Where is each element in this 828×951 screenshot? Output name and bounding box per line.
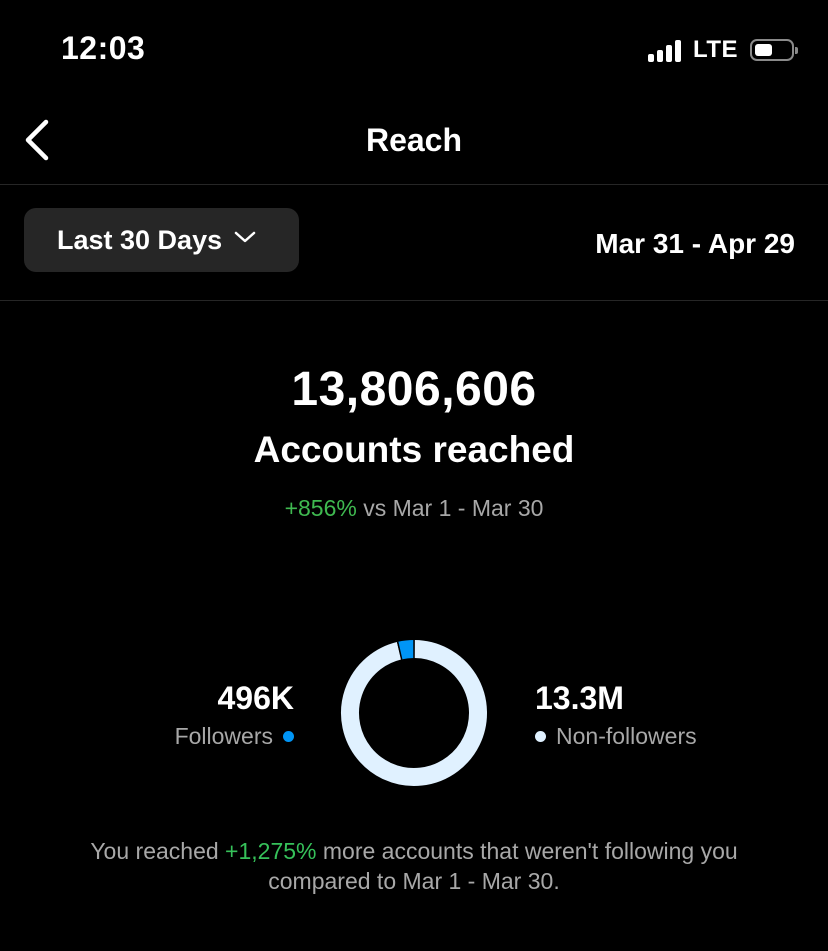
followers-stat: 496K Followers — [175, 680, 294, 750]
status-indicators: LTE — [647, 36, 798, 64]
note-prefix: You reached — [90, 838, 219, 864]
filter-row: Last 30 Days Mar 31 - Apr 29 — [0, 185, 828, 301]
note-change-percent: +1,275% — [225, 838, 317, 864]
comparison-period: vs Mar 1 - Mar 30 — [363, 495, 544, 521]
followers-label: Followers — [174, 723, 273, 749]
followers-value: 496K — [217, 680, 295, 716]
non-followers-value: 13.3M — [535, 680, 624, 716]
note-suffix: more accounts that weren't following you… — [268, 838, 738, 894]
date-range-dropdown-label: Last 30 Days — [57, 224, 223, 255]
donut-slice-followers — [397, 640, 415, 660]
date-range-dropdown[interactable]: Last 30 Days — [24, 208, 299, 272]
chevron-down-icon — [234, 231, 256, 243]
donut-slice-non-followers — [341, 640, 487, 786]
reach-donut-chart — [341, 640, 487, 786]
followers-legend-dot — [283, 731, 294, 742]
battery-icon — [750, 39, 798, 61]
change-percent: +856% — [284, 495, 357, 521]
non-followers-label: Non-followers — [556, 723, 697, 749]
audience-breakdown: 496K Followers 13.3M Non-followers — [0, 636, 828, 796]
date-range-text: Mar 31 - Apr 29 — [595, 228, 795, 259]
change-line: +856% vs Mar 1 - Mar 30 — [0, 495, 828, 522]
non-followers-legend-dot — [535, 731, 546, 742]
non-followers-stat: 13.3M Non-followers — [535, 680, 697, 750]
accounts-reached-count: 13,806,606 — [291, 363, 537, 416]
reach-summary: 13,806,606 Accounts reached +856% vs Mar… — [0, 362, 828, 522]
page-title: Reach — [365, 122, 463, 158]
network-type: LTE — [692, 36, 738, 63]
nav-bar: Reach — [0, 100, 828, 185]
status-bar: 12:03 LTE — [0, 0, 828, 100]
signal-icon — [647, 38, 681, 62]
status-time: 12:03 — [61, 30, 146, 66]
accounts-reached-label: Accounts reached — [253, 429, 575, 470]
non-followers-note: You reached +1,275% more accounts that w… — [40, 836, 788, 896]
battery-level — [755, 44, 772, 56]
